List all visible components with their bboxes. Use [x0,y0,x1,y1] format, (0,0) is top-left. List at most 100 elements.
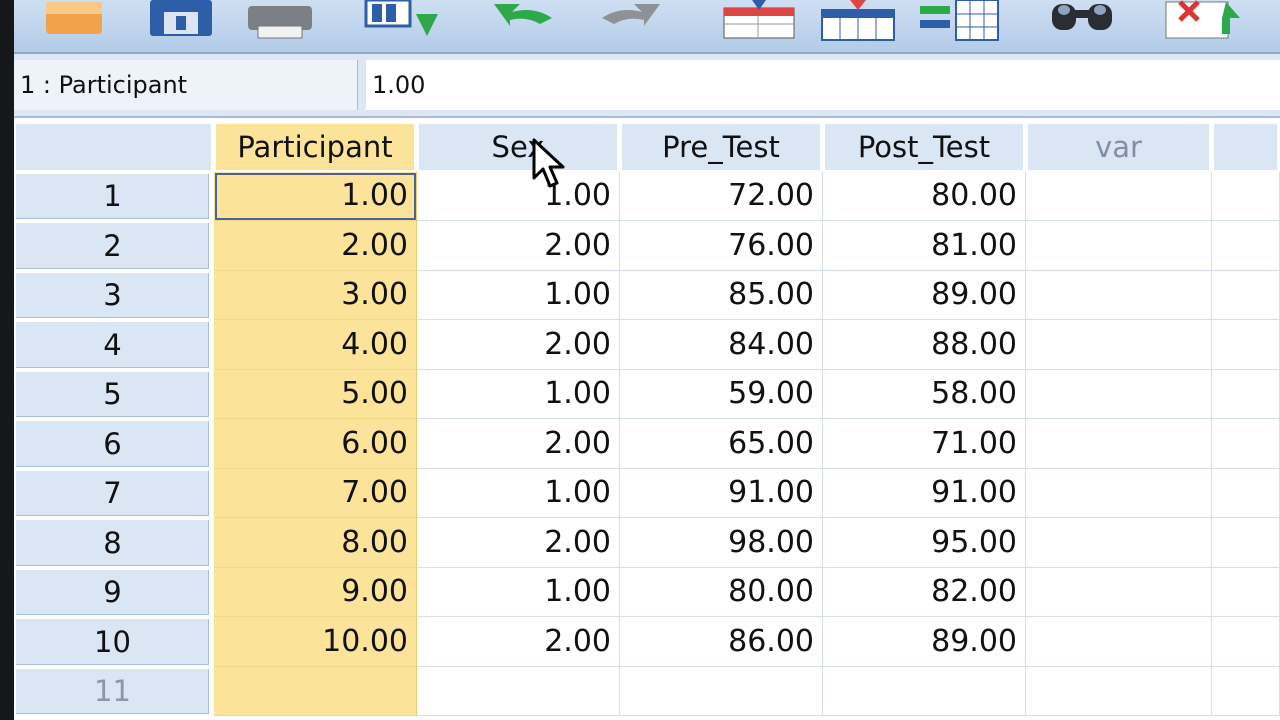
redo-icon[interactable] [594,0,664,40]
row-header[interactable]: 2 [14,221,214,271]
cell-sex[interactable]: 1.00 [417,468,620,518]
cell-var[interactable] [1026,567,1212,617]
cell-participant[interactable]: 1.00 [214,171,417,221]
row-header[interactable]: 5 [14,369,214,419]
row-header[interactable]: 4 [14,320,214,370]
cell-empty[interactable] [1212,369,1280,419]
cell-post-test[interactable]: 80.00 [823,171,1026,221]
cell-var[interactable] [1026,518,1212,568]
column-header-empty[interactable] [1212,122,1280,172]
row-header[interactable]: 8 [14,518,214,568]
cell-pre-test[interactable]: 98.00 [620,518,823,568]
cell-empty[interactable] [1212,419,1280,469]
variables-icon[interactable] [918,0,1000,41]
recall-dialog-icon[interactable] [362,0,442,40]
cell-var[interactable] [1026,419,1212,469]
mouse-pointer-icon [532,138,566,196]
cell-sex[interactable]: 2.00 [417,617,620,667]
cell-participant[interactable]: 8.00 [214,518,417,568]
row-header[interactable]: 7 [14,468,214,518]
cell-var[interactable] [1026,369,1212,419]
cell-pre-test[interactable]: 65.00 [620,419,823,469]
cell-participant[interactable]: 2.00 [214,221,417,271]
cell-sex[interactable]: 2.00 [417,518,620,568]
cell-post-test[interactable]: 81.00 [823,221,1026,271]
cell-empty[interactable] [1212,221,1280,271]
cell-pre-test[interactable]: 84.00 [620,320,823,370]
column-header-sex[interactable]: Sex [417,122,620,172]
cell-var[interactable] [1026,270,1212,320]
save-icon[interactable] [148,0,214,40]
row-header[interactable]: 11 [14,666,214,716]
cell-sex[interactable]: 2.00 [417,320,620,370]
cell-pre-test[interactable]: 72.00 [620,171,823,221]
cell-sex[interactable] [417,666,620,716]
row-header[interactable]: 1 [14,171,214,221]
insert-cases-icon[interactable] [1164,0,1244,40]
cell-var[interactable] [1026,320,1212,370]
cell-post-test[interactable]: 71.00 [823,419,1026,469]
cell-empty[interactable] [1212,617,1280,667]
cell-post-test[interactable]: 82.00 [823,567,1026,617]
cell-post-test[interactable] [823,666,1026,716]
cell-empty[interactable] [1212,567,1280,617]
cell-participant[interactable]: 7.00 [214,468,417,518]
cell-pre-test[interactable]: 85.00 [620,270,823,320]
row-header[interactable]: 9 [14,567,214,617]
cell-post-test[interactable]: 95.00 [823,518,1026,568]
column-header-row: Participant Sex Pre_Test Post_Test var [14,122,1280,172]
cell-pre-test[interactable]: 80.00 [620,567,823,617]
column-header-post-test[interactable]: Post_Test [823,122,1026,172]
row-header[interactable]: 10 [14,617,214,667]
cell-empty[interactable] [1212,468,1280,518]
open-folder-icon[interactable] [42,0,106,40]
cell-empty[interactable] [1212,171,1280,221]
cell-participant[interactable]: 6.00 [214,419,417,469]
cell-participant[interactable]: 3.00 [214,270,417,320]
cell-pre-test[interactable] [620,666,823,716]
cell-post-test[interactable]: 89.00 [823,617,1026,667]
cell-participant[interactable]: 10.00 [214,617,417,667]
cell-pre-test[interactable]: 86.00 [620,617,823,667]
row-header[interactable]: 6 [14,419,214,469]
cell-sex[interactable]: 1.00 [417,270,620,320]
cell-var[interactable] [1026,171,1212,221]
goto-variable-icon[interactable] [820,0,898,41]
cell-var[interactable] [1026,221,1212,271]
cell-participant[interactable]: 5.00 [214,369,417,419]
cell-pre-test[interactable]: 59.00 [620,369,823,419]
find-icon[interactable] [1048,0,1118,40]
cell-sex[interactable]: 2.00 [417,419,620,469]
column-header-pre-test[interactable]: Pre_Test [620,122,823,172]
cell-post-test[interactable]: 88.00 [823,320,1026,370]
cell-empty[interactable] [1212,270,1280,320]
print-icon[interactable] [244,0,316,40]
cell-var[interactable] [1026,617,1212,667]
cell-empty[interactable] [1212,320,1280,370]
cell-info-bar: 1 : Participant 1.00 [14,54,1280,118]
data-grid: Participant Sex Pre_Test Post_Test var 1… [14,122,1280,716]
corner-header[interactable] [14,122,214,172]
cell-participant[interactable]: 9.00 [214,567,417,617]
cell-post-test[interactable]: 89.00 [823,270,1026,320]
cell-sex[interactable]: 1.00 [417,567,620,617]
cell-post-test[interactable]: 58.00 [823,369,1026,419]
column-header-var[interactable]: var [1026,122,1212,172]
goto-case-icon[interactable] [722,0,798,40]
cell-var[interactable] [1026,468,1212,518]
column-header-participant[interactable]: Participant [214,122,417,172]
cell-value-editor[interactable]: 1.00 [366,60,1280,110]
cell-sex[interactable]: 2.00 [417,221,620,271]
cell-var[interactable] [1026,666,1212,716]
cell-post-test[interactable]: 91.00 [823,468,1026,518]
cell-participant[interactable]: 4.00 [214,320,417,370]
cell-participant[interactable] [214,666,417,716]
cell-sex[interactable]: 1.00 [417,171,620,221]
cell-pre-test[interactable]: 76.00 [620,221,823,271]
cell-pre-test[interactable]: 91.00 [620,468,823,518]
row-header[interactable]: 3 [14,270,214,320]
cell-sex[interactable]: 1.00 [417,369,620,419]
undo-icon[interactable] [490,0,560,40]
cell-empty[interactable] [1212,518,1280,568]
cell-empty[interactable] [1212,666,1280,716]
